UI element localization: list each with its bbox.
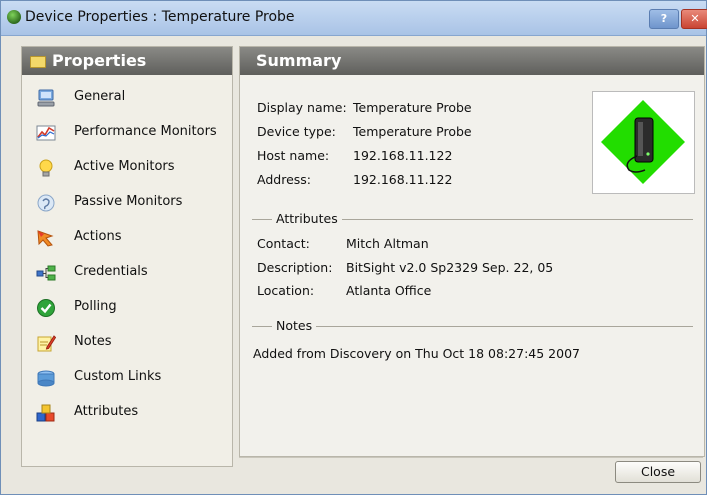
lightbulb-icon <box>39 159 53 177</box>
check-icon <box>37 299 55 317</box>
device-properties-window: Device Properties : Temperature Probe ? … <box>0 0 707 495</box>
nav-item-general[interactable]: General <box>22 82 232 117</box>
nav-label: Actions <box>74 229 122 244</box>
location-value: Atlanta Office <box>346 283 432 298</box>
nav-item-passive-monitors[interactable]: Passive Monitors <box>22 187 232 222</box>
attributes-icon <box>36 404 55 422</box>
credentials-icon <box>36 265 56 281</box>
description-label: Description: <box>257 260 333 275</box>
properties-header: Properties <box>22 47 232 75</box>
nav-label: Attributes <box>74 404 139 419</box>
device-app-icon <box>7 10 21 24</box>
contact-label: Contact: <box>257 236 310 251</box>
properties-panel: Properties General Performance Monitors <box>21 46 233 467</box>
attributes-title: Attributes <box>272 211 342 226</box>
display-name-label: Display name: <box>257 100 347 115</box>
address-label: Address: <box>257 172 311 187</box>
address-value: 192.168.11.122 <box>353 172 453 187</box>
custom-links-icon <box>37 370 55 387</box>
summary-header: Summary <box>240 47 704 75</box>
summary-title: Summary <box>256 51 342 70</box>
nav-label: Custom Links <box>74 369 162 384</box>
nav-item-performance-monitors[interactable]: Performance Monitors <box>22 117 232 152</box>
nav-item-credentials[interactable]: Credentials <box>22 257 232 292</box>
title-bar[interactable]: Device Properties : Temperature Probe ? … <box>1 1 707 36</box>
temperature-probe-icon <box>601 100 685 184</box>
nav-item-custom-links[interactable]: Custom Links <box>22 362 232 397</box>
device-type-label: Device type: <box>257 124 336 139</box>
properties-title: Properties <box>52 51 147 70</box>
notes-title: Notes <box>272 318 317 333</box>
display-name-value: Temperature Probe <box>353 100 472 115</box>
device-type-value: Temperature Probe <box>353 124 472 139</box>
chart-icon <box>36 125 56 141</box>
nav-label: Active Monitors <box>74 159 175 174</box>
close-window-button[interactable]: ✕ <box>681 9 707 29</box>
device-image <box>592 91 695 194</box>
nav-item-active-monitors[interactable]: Active Monitors <box>22 152 232 187</box>
window-title: Device Properties : Temperature Probe <box>25 9 295 25</box>
contact-value: Mitch Altman <box>346 236 429 251</box>
nav-label: Passive Monitors <box>74 194 183 209</box>
nav-label: General <box>74 89 126 104</box>
help-button[interactable]: ? <box>649 9 679 29</box>
nav-item-attributes[interactable]: Attributes <box>22 397 232 432</box>
properties-nav: General Performance Monitors Active Moni… <box>22 82 232 432</box>
close-button[interactable]: Close <box>615 461 701 483</box>
nav-label: Notes <box>74 334 112 349</box>
notes-divider <box>252 326 693 327</box>
location-label: Location: <box>257 283 315 298</box>
nav-label: Credentials <box>74 264 148 279</box>
nav-item-polling[interactable]: Polling <box>22 292 232 327</box>
nav-label: Polling <box>74 299 117 314</box>
summary-panel: Summary Display name: Temperature Probe … <box>239 46 705 457</box>
nav-label: Performance Monitors <box>74 124 217 139</box>
ear-icon <box>37 194 55 212</box>
host-name-value: 192.168.11.122 <box>353 148 453 163</box>
footer-divider <box>239 457 703 458</box>
actions-icon <box>37 230 54 247</box>
folder-icon <box>30 56 46 68</box>
notes-text: Added from Discovery on Thu Oct 18 08:27… <box>253 346 580 361</box>
nav-item-actions[interactable]: Actions <box>22 222 232 257</box>
description-value: BitSight v2.0 Sp2329 Sep. 22, 05 <box>346 260 554 275</box>
computer-icon <box>37 89 55 107</box>
notes-icon <box>37 335 56 352</box>
nav-item-notes[interactable]: Notes <box>22 327 232 362</box>
host-name-label: Host name: <box>257 148 330 163</box>
